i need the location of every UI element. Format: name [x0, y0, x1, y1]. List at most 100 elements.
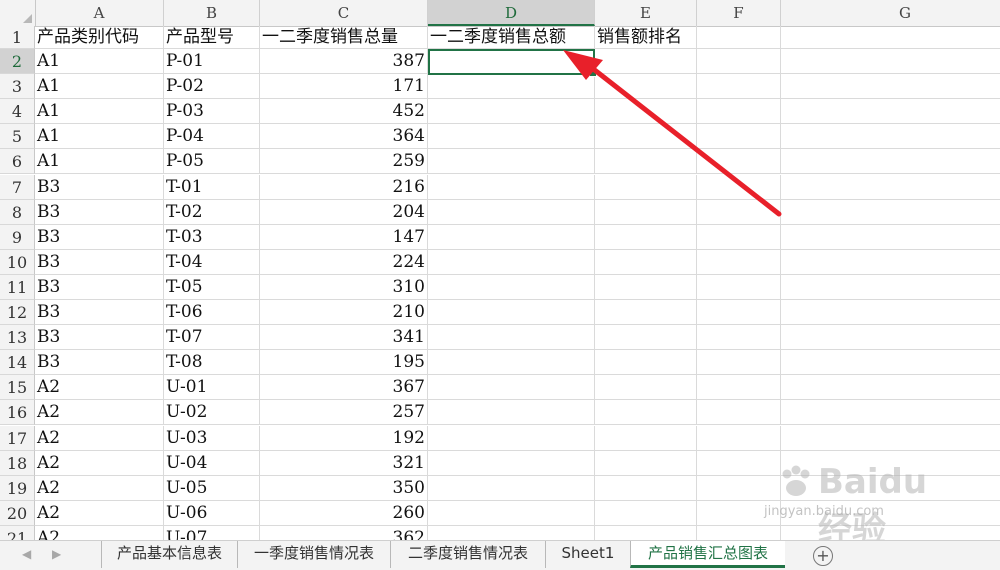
table-cell-model[interactable]: U-07 — [164, 525, 260, 540]
table-cell-category[interactable]: A2 — [35, 500, 164, 526]
table-cell-empty[interactable] — [697, 224, 781, 250]
row-header[interactable]: 1 — [0, 26, 35, 49]
table-cell-empty[interactable] — [595, 350, 697, 376]
table-cell-quantity[interactable]: 260 — [260, 500, 428, 526]
table-cell-empty[interactable] — [697, 174, 781, 200]
row-header[interactable]: 18 — [0, 450, 35, 476]
table-cell-category[interactable]: B3 — [35, 199, 164, 225]
select-all-corner[interactable] — [0, 0, 36, 26]
table-cell-empty[interactable] — [781, 200, 1000, 225]
table-cell-category[interactable]: A1 — [35, 99, 164, 125]
header-cell-d[interactable]: 一二季度销售总额 — [428, 26, 595, 49]
table-cell-model[interactable]: U-05 — [164, 475, 260, 501]
row-header[interactable]: 4 — [0, 99, 35, 125]
row-header[interactable]: 11 — [0, 274, 35, 300]
table-cell-empty[interactable] — [697, 124, 781, 150]
table-cell-empty[interactable] — [428, 475, 595, 501]
row-header[interactable]: 19 — [0, 475, 35, 501]
table-cell-empty[interactable] — [697, 400, 781, 426]
table-cell-empty[interactable] — [697, 249, 781, 275]
table-cell-category[interactable]: A1 — [35, 124, 164, 150]
table-cell-model[interactable]: P-03 — [164, 99, 260, 125]
table-cell-empty[interactable] — [595, 300, 697, 326]
row-header[interactable]: 20 — [0, 500, 35, 526]
table-cell-empty[interactable] — [428, 149, 595, 175]
header-cell-g[interactable] — [781, 26, 1000, 49]
table-cell-quantity[interactable]: 195 — [260, 350, 428, 376]
table-cell-model[interactable]: P-02 — [164, 74, 260, 100]
table-cell-quantity[interactable]: 257 — [260, 400, 428, 426]
table-cell-model[interactable]: U-06 — [164, 500, 260, 526]
table-cell-empty[interactable] — [595, 224, 697, 250]
fill-handle[interactable] — [589, 69, 597, 77]
table-cell-empty[interactable] — [781, 225, 1000, 250]
table-cell-empty[interactable] — [595, 500, 697, 526]
table-cell-quantity[interactable]: 387 — [260, 49, 428, 75]
table-cell-model[interactable]: T-07 — [164, 325, 260, 351]
table-cell-category[interactable]: A2 — [35, 425, 164, 451]
table-cell-model[interactable]: U-03 — [164, 425, 260, 451]
column-header-e[interactable]: E — [595, 0, 697, 26]
table-cell-model[interactable]: U-04 — [164, 450, 260, 476]
table-cell-quantity[interactable]: 147 — [260, 224, 428, 250]
table-cell-model[interactable]: T-01 — [164, 174, 260, 200]
table-cell-category[interactable]: B3 — [35, 224, 164, 250]
row-header[interactable]: 14 — [0, 350, 35, 376]
table-cell-model[interactable]: T-05 — [164, 274, 260, 300]
table-cell-category[interactable]: B3 — [35, 174, 164, 200]
row-header[interactable]: 9 — [0, 224, 35, 250]
table-cell-empty[interactable] — [428, 300, 595, 326]
table-cell-empty[interactable] — [697, 325, 781, 351]
table-cell-empty[interactable] — [428, 500, 595, 526]
row-header[interactable]: 3 — [0, 74, 35, 100]
table-cell-category[interactable]: A1 — [35, 49, 164, 75]
table-cell-category[interactable]: A2 — [35, 475, 164, 501]
table-cell-empty[interactable] — [781, 375, 1000, 401]
sheet-tab[interactable]: 产品销售汇总图表 — [630, 541, 785, 568]
table-cell-quantity[interactable]: 321 — [260, 450, 428, 476]
table-cell-quantity[interactable]: 192 — [260, 425, 428, 451]
table-cell-empty[interactable] — [428, 124, 595, 150]
table-cell-quantity[interactable]: 171 — [260, 74, 428, 100]
row-header[interactable]: 16 — [0, 400, 35, 426]
table-cell-quantity[interactable]: 362 — [260, 525, 428, 540]
row-header[interactable]: 10 — [0, 249, 35, 275]
table-cell-empty[interactable] — [595, 274, 697, 300]
table-cell-empty[interactable] — [428, 350, 595, 376]
table-cell-empty[interactable] — [428, 450, 595, 476]
add-sheet-icon[interactable]: + — [813, 546, 833, 566]
row-header[interactable]: 6 — [0, 149, 35, 175]
table-cell-empty[interactable] — [428, 199, 595, 225]
table-cell-model[interactable]: U-02 — [164, 400, 260, 426]
table-cell-empty[interactable] — [428, 99, 595, 125]
table-cell-model[interactable]: P-05 — [164, 149, 260, 175]
header-cell-c[interactable]: 一二季度销售总量 — [260, 26, 428, 49]
table-cell-empty[interactable] — [781, 149, 1000, 175]
table-cell-empty[interactable] — [781, 175, 1000, 200]
table-cell-quantity[interactable]: 310 — [260, 274, 428, 300]
table-cell-empty[interactable] — [428, 425, 595, 451]
column-header-c[interactable]: C — [260, 0, 428, 26]
table-cell-quantity[interactable]: 452 — [260, 99, 428, 125]
table-cell-quantity[interactable]: 224 — [260, 249, 428, 275]
table-cell-empty[interactable] — [595, 525, 697, 540]
table-cell-empty[interactable] — [428, 174, 595, 200]
table-cell-quantity[interactable]: 204 — [260, 199, 428, 225]
table-cell-empty[interactable] — [595, 149, 697, 175]
column-header-a[interactable]: A — [35, 0, 164, 26]
table-cell-quantity[interactable]: 210 — [260, 300, 428, 326]
column-header-g[interactable]: G — [781, 0, 1000, 26]
column-header-d[interactable]: D — [428, 0, 595, 26]
table-cell-quantity[interactable]: 364 — [260, 124, 428, 150]
row-header[interactable]: 21 — [0, 525, 35, 540]
table-cell-model[interactable]: T-03 — [164, 224, 260, 250]
sheet-tab[interactable]: 二季度销售情况表 — [390, 541, 545, 568]
table-cell-empty[interactable] — [697, 425, 781, 451]
table-cell-empty[interactable] — [428, 249, 595, 275]
table-cell-empty[interactable] — [595, 174, 697, 200]
table-cell-empty[interactable] — [697, 300, 781, 326]
table-cell-empty[interactable] — [697, 149, 781, 175]
spreadsheet-grid[interactable]: ABCDEFG 1 产品类别代码 产品型号 一二季度销售总量 一二季度销售总额 销售额排名… — [0, 0, 1000, 540]
table-cell-model[interactable]: T-06 — [164, 300, 260, 326]
table-cell-category[interactable]: B3 — [35, 274, 164, 300]
